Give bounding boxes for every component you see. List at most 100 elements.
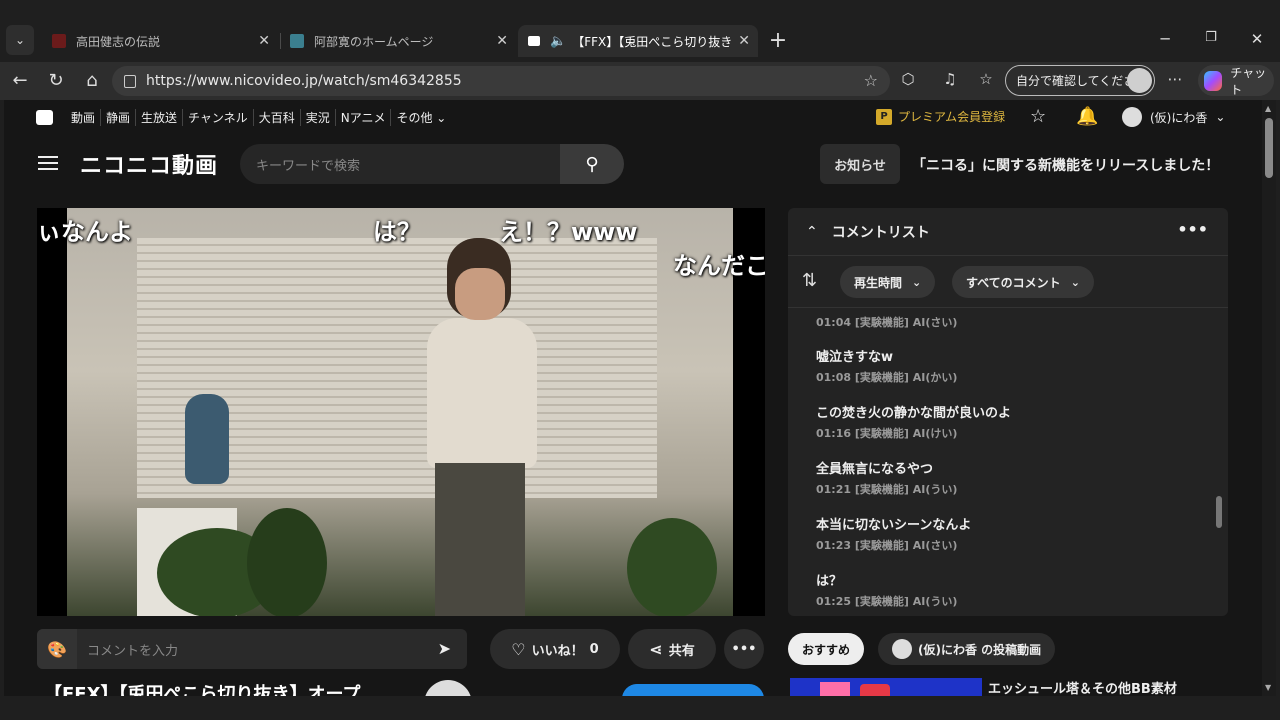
gnav-item-jikkyo[interactable]: 実況 <box>301 109 336 126</box>
site-header: ニコニコ動画 キーワードで検索 ⚲ お知らせ 「ニコる」に関する新機能をリリース… <box>4 134 1262 192</box>
user-name: (仮)にわ香 <box>1150 110 1208 125</box>
notice-label[interactable]: お知らせ <box>820 144 900 184</box>
close-tab-icon[interactable]: ✕ <box>258 33 270 49</box>
chevron-down-icon: ⌄ <box>1215 110 1226 124</box>
scrollbar-thumb[interactable] <box>1265 118 1273 178</box>
more-menu-icon[interactable]: ⋯ <box>1163 70 1187 88</box>
close-tab-icon[interactable]: ✕ <box>738 33 750 49</box>
video-frame <box>67 208 733 616</box>
gnav-item-channel[interactable]: チャンネル <box>183 109 254 126</box>
more-actions-button[interactable]: ••• <box>724 629 764 669</box>
comment-meta: 01:16 [実験機能] AI(けい) <box>816 427 958 440</box>
search-button[interactable]: ⚲ <box>560 144 624 184</box>
tab-title: 【FFX】【兎田ぺこら切り抜き】オープ <box>572 34 733 49</box>
tab-list-dropdown-button[interactable]: ⌄ <box>6 25 34 55</box>
comment-list[interactable]: 01:04 [実験機能] AI(さい) 嘘泣きすなw 01:08 [実験機能] … <box>788 308 1228 616</box>
niconico-logo[interactable]: ニコニコ動画 <box>80 148 218 180</box>
comment-list-panel: ⌃ コメントリスト ••• ⇅ 再生時間 ⌄ すべてのコメント ⌄ 01:04 … <box>788 208 1228 616</box>
minimize-icon[interactable]: ─ <box>1142 30 1188 48</box>
reload-icon[interactable]: ↻ <box>44 70 68 91</box>
comment-input[interactable]: 🎨 コメントを入力 ➤ <box>37 629 467 669</box>
list-item[interactable]: この焚き火の静かな間が良いのよ 01:16 [実験機能] AI(けい) <box>816 402 1011 441</box>
search-placeholder: キーワードで検索 <box>256 158 361 174</box>
hamburger-menu-icon[interactable] <box>38 156 58 170</box>
sort-dropdown[interactable]: 再生時間 ⌄ <box>840 266 936 298</box>
comment-text: この焚き火の静かな間が良いのよ <box>816 406 1012 421</box>
home-icon[interactable]: ⌂ <box>80 70 104 91</box>
video-title: 【FFX】【兎田ぺこら切り抜き】オープ <box>44 684 361 696</box>
tab-favicon-icon <box>290 34 304 48</box>
close-window-icon[interactable]: ✕ <box>1234 30 1280 48</box>
comment-meta: 01:08 [実験機能] AI(かい) <box>816 371 958 384</box>
gnav-item-dic[interactable]: 大百科 <box>254 109 301 126</box>
overlay-comment: なんだこ <box>673 252 765 280</box>
uploader-avatar[interactable] <box>424 680 472 696</box>
comment-text: 嘘泣きすなw <box>816 350 894 365</box>
copilot-label: チャット <box>1230 65 1267 97</box>
lock-icon[interactable] <box>124 74 136 88</box>
like-count: 0 <box>589 641 599 657</box>
bell-icon[interactable]: 🔔 <box>1076 106 1098 127</box>
comment-meta: 01:25 [実験機能] AI(うい) <box>816 595 958 608</box>
list-item[interactable]: は？ 01:25 [実験機能] AI(うい) <box>816 570 957 609</box>
sort-order-icon[interactable]: ⇅ <box>802 270 817 291</box>
palette-icon[interactable]: 🎨 <box>37 629 77 669</box>
speaker-icon[interactable]: 🔈 <box>550 34 566 49</box>
tab-2[interactable]: 阿部寛のホームページ ✕ <box>280 25 516 57</box>
close-tab-icon[interactable]: ✕ <box>496 33 508 49</box>
recommend-thumbnail[interactable] <box>790 678 982 696</box>
search-input[interactable]: キーワードで検索 <box>240 144 560 184</box>
tab-3-active[interactable]: 🔈 【FFX】【兎田ぺこら切り抜き】オープ ✕ <box>518 25 758 57</box>
gnav-item-anime[interactable]: Nアニメ <box>336 109 392 126</box>
restore-icon[interactable]: ❐ <box>1188 30 1234 45</box>
notice-text[interactable]: 「ニコる」に関する新機能をリリースしました！ <box>912 155 1219 175</box>
send-icon[interactable]: ➤ <box>438 639 451 658</box>
chevron-up-icon[interactable]: ⌃ <box>806 224 818 240</box>
new-tab-button[interactable]: + <box>766 28 790 53</box>
comment-meta: 01:04 [実験機能] AI(さい) <box>816 316 958 329</box>
list-item[interactable]: 全員無言になるやつ 01:21 [実験機能] AI(うい) <box>816 458 957 497</box>
gnav-item-video[interactable]: 動画 <box>66 109 102 126</box>
star-icon[interactable]: ☆ <box>1030 106 1046 127</box>
premium-link[interactable]: P プレミアム会員登録 <box>876 108 1005 125</box>
favorite-star-icon[interactable]: ☆ <box>864 71 878 90</box>
like-button[interactable]: ♡ いいね！ 0 <box>490 629 620 669</box>
comment-panel-header: ⌃ コメントリスト ••• <box>788 208 1228 256</box>
tab-1[interactable]: 高田健志の伝説 ✕ <box>42 25 278 57</box>
copilot-button[interactable]: チャット <box>1198 65 1274 97</box>
chevron-down-icon: ⌄ <box>912 275 922 289</box>
user-avatar <box>1122 107 1142 127</box>
url-text[interactable]: https://www.nicovideo.jp/watch/sm4634285… <box>146 73 462 89</box>
tab-favicon-icon <box>52 34 66 48</box>
list-item[interactable]: 01:04 [実験機能] AI(さい) <box>816 310 957 330</box>
chevron-down-icon: ⌄ <box>1070 275 1080 289</box>
tab-user-videos[interactable]: (仮)にわ香 の投稿動画 <box>878 633 1056 665</box>
comment-text: は？ <box>816 574 843 589</box>
profile-button[interactable]: 自分で確認してください <box>1005 65 1155 96</box>
gnav-item-seiga[interactable]: 静画 <box>101 109 137 126</box>
tab-recommend[interactable]: おすすめ <box>788 633 865 665</box>
list-item[interactable]: 本当に切ないシーンなんよ 01:23 [実験機能] AI(さい) <box>816 514 971 553</box>
share-button[interactable]: ⋖ 共有 <box>628 629 716 669</box>
more-dots-icon[interactable]: ••• <box>1177 220 1208 239</box>
browser-tab-strip: ⌄ 高田健志の伝説 ✕ 阿部寛のホームページ ✕ 🔈 【FFX】【兎田ぺこら切り… <box>0 0 1280 62</box>
profile-avatar <box>1127 68 1152 93</box>
video-player[interactable]: ぃなんよ は？ え！？www なんだこ <box>37 208 765 616</box>
back-icon[interactable]: ← <box>8 70 32 91</box>
scroll-down-icon[interactable]: ▼ <box>1265 683 1271 692</box>
user-menu[interactable]: (仮)にわ香 ⌄ <box>1122 107 1225 127</box>
address-bar[interactable]: https://www.nicovideo.jp/watch/sm4634285… <box>112 66 890 96</box>
list-item[interactable]: 嘘泣きすなw 01:08 [実験機能] AI(かい) <box>816 346 957 385</box>
scroll-up-icon[interactable]: ▲ <box>1265 104 1271 113</box>
niconico-tv-icon[interactable] <box>36 110 53 125</box>
filter-dropdown[interactable]: すべてのコメント ⌄ <box>952 266 1094 298</box>
comment-list-scrollbar[interactable] <box>1216 496 1222 528</box>
page-scrollbar[interactable]: ▲ ▼ <box>1262 100 1276 696</box>
follow-button[interactable] <box>622 684 764 696</box>
recommend-title[interactable]: エッシュール塔＆その他BB素材 <box>988 678 1177 696</box>
media-icon[interactable]: ♫ <box>938 70 962 88</box>
favorites-icon[interactable]: ☆ <box>974 70 998 88</box>
gnav-item-live[interactable]: 生放送 <box>136 109 184 126</box>
extensions-icon[interactable]: ⬡ <box>896 70 920 88</box>
gnav-item-more[interactable]: その他 ⌄ <box>391 109 451 126</box>
